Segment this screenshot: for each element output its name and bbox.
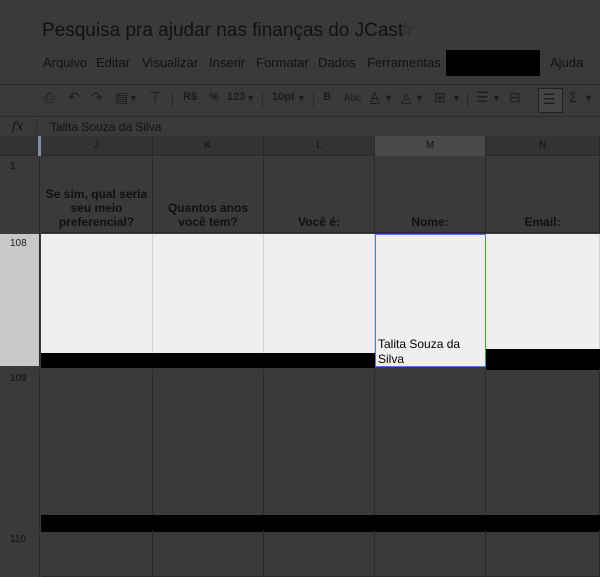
print-icon[interactable]: ⎙ — [44, 89, 55, 106]
header-cell-j[interactable]: Se sim, qual seria seu meio preferencial… — [41, 157, 153, 233]
formula-bar: fx Talita Souza da Silva — [0, 116, 600, 136]
column-header-n[interactable]: N — [486, 136, 600, 156]
strikethrough-button[interactable]: Abc — [344, 93, 361, 104]
fill-color-icon[interactable]: ◬ — [401, 89, 412, 106]
header-text: Você é: — [298, 215, 340, 229]
cell-j108[interactable] — [41, 234, 153, 356]
column-header-k[interactable]: K — [153, 136, 264, 156]
cell-k109[interactable] — [153, 369, 264, 529]
chevron-down-icon[interactable]: ▾ — [299, 93, 304, 104]
header-cell-l[interactable]: Você é: — [264, 157, 375, 233]
cell-m110[interactable] — [375, 530, 486, 577]
row-108: 108 Talita Souza da Silva — [0, 234, 600, 368]
toolbar-separator — [262, 92, 263, 108]
menu-data[interactable]: Dados — [318, 55, 356, 70]
row-header-109[interactable]: 109 — [0, 369, 40, 529]
chevron-down-icon[interactable]: ▾ — [131, 93, 136, 104]
column-header-m[interactable]: M — [375, 136, 486, 156]
text-color-icon[interactable]: A — [370, 89, 379, 105]
redacted-band — [486, 349, 600, 370]
column-header-j[interactable]: J — [41, 136, 153, 156]
row-1: 1 Se sim, qual seria seu meio preferenci… — [0, 157, 600, 233]
cell-m109[interactable] — [375, 369, 486, 529]
wrap-text-button[interactable]: ☰ — [538, 88, 563, 113]
cell-l110[interactable] — [264, 530, 375, 577]
menu-file[interactable]: Arquivo — [43, 55, 87, 70]
bold-button[interactable]: B — [323, 91, 331, 103]
cell-m108-selected[interactable]: Talita Souza da Silva — [375, 234, 486, 367]
wrap-text-icon: ☰ — [543, 91, 556, 107]
header-text: Nome: — [411, 215, 449, 229]
cell-text: Talita Souza da Silva — [378, 337, 461, 366]
number-format-button[interactable]: 123 — [227, 91, 245, 103]
cell-n108[interactable] — [486, 234, 600, 350]
row-109: 109 — [0, 369, 600, 529]
undo-icon[interactable]: ↶ — [68, 89, 80, 106]
cell-l109[interactable] — [264, 369, 375, 529]
toolbar-separator — [313, 92, 314, 108]
header-cell-m[interactable]: Nome: — [375, 157, 486, 233]
cell-j110[interactable] — [41, 530, 153, 577]
header-cell-n[interactable]: Email: — [486, 157, 600, 233]
chevron-down-icon[interactable]: ▾ — [386, 93, 391, 104]
column-headers: J K L M N — [0, 136, 600, 156]
toolbar-divider — [0, 84, 600, 85]
row-header-110[interactable]: 110 — [0, 530, 40, 577]
chevron-down-icon[interactable]: ▾ — [417, 93, 422, 104]
paint-format-icon[interactable]: ▤ — [115, 89, 128, 106]
menu-tools[interactable]: Ferramentas — [367, 55, 441, 70]
menu-insert[interactable]: Inserir — [209, 55, 245, 70]
chevron-down-icon[interactable]: ▾ — [494, 93, 499, 104]
menu-edit[interactable]: Editar — [96, 55, 130, 70]
column-header-l[interactable]: L — [264, 136, 375, 156]
header-cell-k[interactable]: Quantos anos você tem? — [153, 157, 264, 233]
cell-n110[interactable] — [486, 530, 600, 577]
redacted-band — [41, 353, 375, 368]
align-icon[interactable]: ☰ — [476, 89, 489, 106]
cell-k108[interactable] — [153, 234, 264, 356]
menu-help[interactable]: Ajuda — [550, 55, 583, 70]
cell-k110[interactable] — [153, 530, 264, 577]
chevron-down-icon[interactable]: ▾ — [454, 93, 459, 104]
toolbar: ⎙ ↶ ↷ ▤ ▾ ⊤ R$ % 123 ▾ 10pt ▾ B Abc A ▾ … — [0, 86, 600, 114]
header-text: Se sim, qual seria seu meio preferencial… — [45, 187, 148, 229]
functions-icon[interactable]: Σ — [569, 89, 578, 105]
fx-icon: fx — [12, 119, 24, 133]
row-header-1[interactable]: 1 — [0, 157, 40, 233]
percent-button[interactable]: % — [209, 91, 219, 103]
menu-format[interactable]: Formatar — [256, 55, 309, 70]
currency-button[interactable]: R$ — [183, 91, 197, 103]
cell-n109[interactable] — [486, 369, 600, 529]
paint-roller-icon[interactable]: ⊤ — [149, 89, 161, 106]
toolbar-separator — [172, 92, 173, 108]
star-icon[interactable]: ☆ — [397, 19, 414, 42]
merge-icon[interactable]: ⊟ — [509, 89, 521, 106]
row-header-108[interactable]: 108 — [0, 234, 40, 366]
cell-l108[interactable] — [264, 234, 375, 356]
toolbar-separator — [467, 92, 468, 108]
chevron-down-icon[interactable]: ▾ — [586, 93, 591, 104]
header-text: Quantos anos você tem? — [167, 201, 248, 229]
document-title[interactable]: Pesquisa pra ajudar nas finanças do JCas… — [42, 20, 403, 42]
redo-icon[interactable]: ↷ — [91, 89, 103, 106]
formula-input[interactable]: Talita Souza da Silva — [50, 120, 161, 134]
row-110: 110 — [0, 530, 600, 577]
redacted-menu-block — [446, 50, 540, 76]
select-all-corner[interactable] — [0, 136, 40, 156]
font-size-select[interactable]: 10pt — [272, 91, 295, 103]
header-text: Email: — [524, 215, 561, 229]
cell-j109[interactable] — [41, 369, 153, 529]
borders-icon[interactable]: ⊞ — [434, 89, 446, 106]
formula-bar-divider — [36, 119, 37, 135]
chevron-down-icon[interactable]: ▾ — [248, 93, 253, 104]
menu-view[interactable]: Visualizar — [142, 55, 198, 70]
